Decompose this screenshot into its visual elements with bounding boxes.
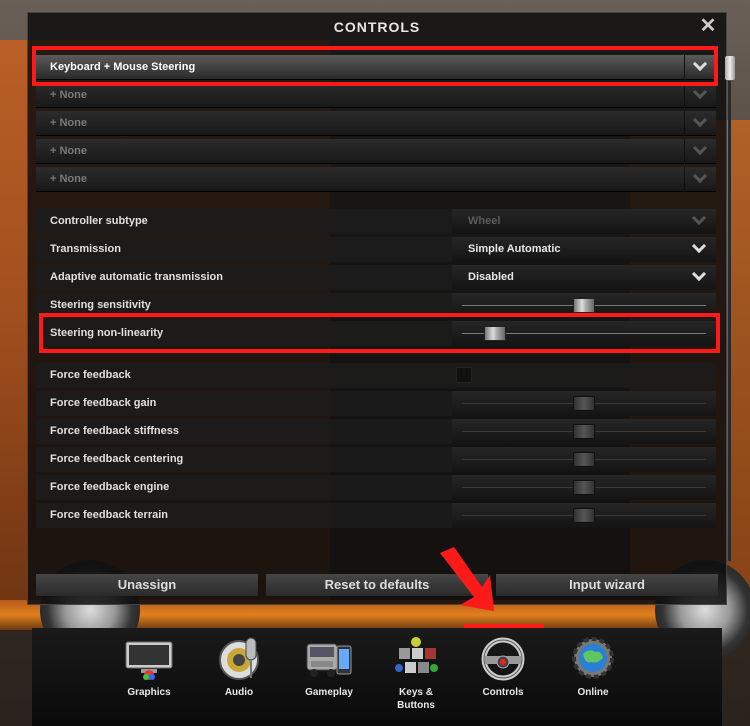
scrollbar-track[interactable]	[728, 81, 731, 561]
nav-gameplay[interactable]: Gameplay	[294, 636, 364, 699]
nav-graphics[interactable]: Graphics	[114, 636, 184, 699]
globe-gear-icon	[567, 636, 619, 682]
dropdown-value: Wheel	[468, 215, 501, 227]
setting-controller-subtype: Controller subtype Wheel	[36, 209, 716, 234]
setting-label: Adaptive automatic transmission	[50, 271, 223, 283]
profile-slot-label: + None	[50, 117, 87, 129]
steering-wheel-icon	[477, 636, 529, 682]
ff-stiffness-slider[interactable]	[452, 419, 716, 444]
chevron-down-icon[interactable]	[684, 209, 716, 234]
profile-slot-4[interactable]: + None	[36, 167, 716, 192]
profile-slot-3[interactable]: + None	[36, 139, 716, 164]
nav-audio[interactable]: Audio	[204, 636, 274, 699]
slider-knob[interactable]	[573, 424, 595, 439]
setting-adaptive-transmission: Adaptive automatic transmission Disabled	[36, 265, 716, 290]
ff-engine-slider[interactable]	[452, 475, 716, 500]
keys-buttons-icon	[390, 636, 442, 682]
profile-slot-label: + None	[50, 89, 87, 101]
ff-centering-slider[interactable]	[452, 447, 716, 472]
highlight-box-nonlinearity	[39, 313, 720, 353]
nav-label: Audio	[224, 687, 254, 698]
dialog-title: CONTROLS	[333, 19, 421, 35]
chevron-down-icon[interactable]	[684, 83, 716, 108]
setting-force-feedback: Force feedback	[36, 363, 716, 388]
ff-terrain-slider[interactable]	[452, 503, 716, 528]
ff-gain-slider[interactable]	[452, 391, 716, 416]
nav-keys-buttons[interactable]: Keys & Buttons	[381, 636, 451, 712]
force-feedback-checkbox-wrap	[452, 363, 716, 388]
profile-slot-2[interactable]: + None	[36, 111, 716, 136]
chevron-down-icon[interactable]	[684, 167, 716, 192]
settings-nav-bar: Graphics Audio Gameplay Keys & Buttons C…	[32, 628, 722, 726]
transmission-dropdown[interactable]: Simple Automatic	[452, 237, 716, 262]
dropdown-value: Simple Automatic	[468, 243, 561, 255]
nav-controls[interactable]: Controls	[468, 636, 538, 699]
red-arrow-icon	[440, 547, 494, 611]
highlight-box-profile	[32, 46, 718, 86]
slider-knob[interactable]	[573, 396, 595, 411]
force-feedback-checkbox[interactable]	[456, 367, 472, 383]
nav-online[interactable]: Online	[558, 636, 628, 699]
setting-label: Force feedback stiffness	[50, 425, 179, 437]
setting-ff-engine: Force feedback engine	[36, 475, 716, 500]
microphone-icon	[213, 636, 265, 682]
slider-knob[interactable]	[573, 452, 595, 467]
chevron-down-icon[interactable]	[684, 139, 716, 164]
close-icon[interactable]: ✕	[698, 16, 718, 36]
nav-label: Controls	[482, 687, 524, 698]
controller-subtype-dropdown[interactable]: Wheel	[452, 209, 716, 234]
unassign-button[interactable]: Unassign	[36, 574, 258, 596]
scrollbar-thumb[interactable]	[725, 56, 735, 80]
setting-label: Force feedback engine	[50, 481, 170, 493]
setting-label: Transmission	[50, 243, 121, 255]
setting-label: Force feedback gain	[50, 397, 157, 409]
profile-slot-label: + None	[50, 145, 87, 157]
nav-label: Gameplay	[305, 687, 353, 698]
chevron-down-icon[interactable]	[684, 265, 716, 290]
setting-ff-stiffness: Force feedback stiffness	[36, 419, 716, 444]
input-wizard-button[interactable]: Input wizard	[496, 574, 718, 596]
profile-slot-label: + None	[50, 173, 87, 185]
nav-label: Keys & Buttons	[397, 687, 435, 711]
controls-dialog: CONTROLS ✕ Keyboard + Mouse Steering + N…	[27, 12, 735, 605]
nav-label: Graphics	[127, 687, 171, 698]
setting-transmission: Transmission Simple Automatic	[36, 237, 716, 262]
chevron-down-icon[interactable]	[684, 111, 716, 136]
setting-ff-centering: Force feedback centering	[36, 447, 716, 472]
setting-ff-terrain: Force feedback terrain	[36, 503, 716, 528]
truck-phone-icon	[303, 636, 355, 682]
setting-ff-gain: Force feedback gain	[36, 391, 716, 416]
nav-label: Online	[577, 687, 609, 698]
setting-label: Force feedback terrain	[50, 509, 168, 521]
profile-slot-1[interactable]: + None	[36, 83, 716, 108]
chevron-down-icon[interactable]	[684, 237, 716, 262]
setting-label: Force feedback centering	[50, 453, 184, 465]
slider-knob[interactable]	[573, 298, 595, 313]
slider-knob[interactable]	[573, 508, 595, 523]
adaptive-transmission-dropdown[interactable]: Disabled	[452, 265, 716, 290]
dropdown-value: Disabled	[468, 271, 514, 283]
setting-label: Force feedback	[50, 369, 131, 381]
setting-label: Steering sensitivity	[50, 299, 151, 311]
setting-label: Controller subtype	[50, 215, 148, 227]
slider-knob[interactable]	[573, 480, 595, 495]
monitor-icon	[123, 636, 175, 682]
